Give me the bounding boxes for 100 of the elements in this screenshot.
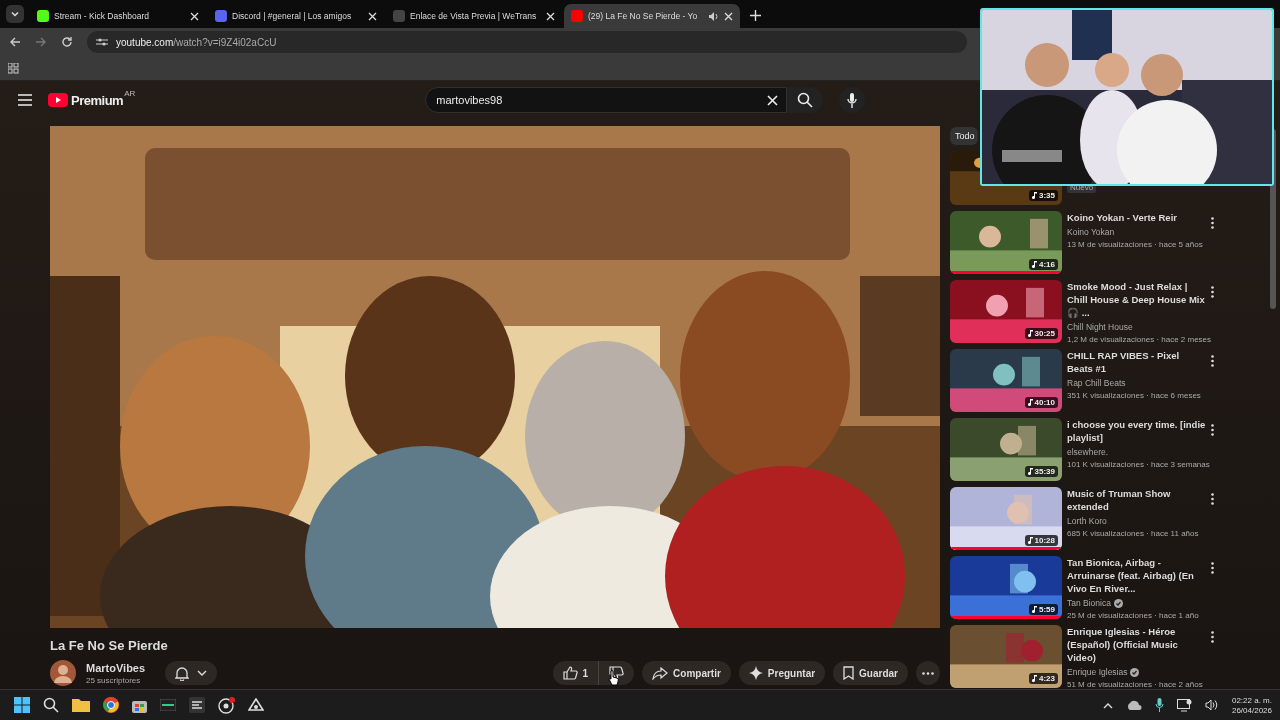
video-duration: 3:35 [1039, 191, 1055, 200]
close-icon[interactable] [190, 11, 199, 21]
save-button[interactable]: Guardar [833, 661, 908, 685]
cloud-app-icon[interactable] [248, 698, 264, 712]
sparkle-icon [748, 666, 763, 680]
search-button[interactable] [787, 87, 824, 113]
share-button[interactable]: Compartir [642, 661, 731, 685]
video-title[interactable]: i choose you every time. [indie playlist] [1067, 418, 1207, 444]
region-code: AR [124, 89, 136, 98]
more-icon[interactable] [1211, 493, 1214, 505]
video-title[interactable]: Tan Bionica, Airbag - Arruinarse (feat. Airbag) (En Vivo En River... [1067, 556, 1207, 595]
channel-avatar[interactable] [50, 660, 76, 686]
terminal-icon[interactable] [160, 699, 176, 711]
recorder-icon[interactable] [218, 696, 235, 714]
clear-icon[interactable] [767, 94, 779, 106]
channel-name[interactable]: MartoVibes [86, 661, 146, 674]
music-note-icon [1032, 261, 1037, 268]
close-icon[interactable] [368, 11, 377, 21]
channel-name[interactable]: Koino Yokan [1067, 227, 1115, 237]
start-icon[interactable] [14, 697, 30, 713]
chevron-up-icon[interactable] [1102, 701, 1113, 709]
close-icon[interactable] [546, 11, 555, 21]
browser-icon[interactable] [103, 697, 119, 713]
video-title[interactable]: Enrique Iglesias - Héroe (Español) (Official Music Video) [1067, 625, 1207, 664]
display-icon[interactable] [1176, 698, 1192, 712]
browser-tab[interactable]: (29) La Fe No Se Pierde - Yo [564, 4, 740, 28]
play-logo-icon[interactable] [48, 93, 68, 107]
channel-name[interactable]: Lorth Koro [1067, 516, 1107, 526]
bell-icon [175, 665, 190, 681]
more-icon[interactable] [1211, 286, 1214, 298]
video-duration: 40:10 [1034, 398, 1055, 407]
video-meta: 351 K visualizaciones · hace 6 meses [1067, 391, 1201, 400]
notifications-button[interactable] [165, 661, 218, 685]
music-note-icon [1027, 399, 1033, 406]
video-meta: 25 M de visualizaciones · hace 1 año [1067, 611, 1199, 620]
back-icon[interactable] [9, 36, 21, 48]
more-icon[interactable] [1211, 217, 1214, 229]
channel-name[interactable]: Rap Chill Beats [1067, 378, 1126, 388]
video-meta: 13 M de visualizaciones · hace 5 años [1067, 240, 1203, 249]
more-icon[interactable] [1211, 631, 1214, 643]
tab-search-button[interactable] [6, 5, 24, 23]
music-note-icon [1032, 192, 1037, 199]
more-icon[interactable] [1211, 562, 1214, 574]
video-duration: 30:25 [1034, 329, 1055, 338]
search-icon [797, 92, 814, 108]
microphone-icon[interactable] [1154, 698, 1164, 712]
close-icon[interactable] [724, 11, 733, 21]
video-meta: 685 K visualizaciones · hace 11 años [1067, 529, 1199, 538]
channel-name[interactable]: Chill Night House [1067, 322, 1133, 332]
apps-icon[interactable] [8, 62, 19, 74]
video-duration: 35:39 [1034, 467, 1055, 476]
clock-date[interactable]: 26/04/2026 [1231, 705, 1272, 715]
channel-name[interactable]: elsewhere. [1067, 447, 1109, 457]
clock-time[interactable]: 02:22 a. m. [1231, 695, 1272, 705]
chevron-down-icon [10, 9, 20, 19]
reload-icon[interactable] [61, 36, 73, 48]
video-title[interactable]: Music of Truman Show extended [1067, 487, 1207, 513]
more-button[interactable] [916, 661, 940, 685]
video-meta: 101 K visualizaciones · hace 3 semanas [1067, 460, 1210, 469]
more-icon [922, 671, 934, 675]
like-button[interactable]: 1 [552, 661, 600, 685]
address-bar[interactable]: youtube.com/watch?v=i9Z4i02aCcU [87, 31, 967, 53]
speaker-icon[interactable] [708, 10, 719, 22]
url-host: youtube.com [116, 36, 174, 48]
thumbs-down-icon [609, 666, 625, 680]
subscriber-count: 25 suscriptores [86, 675, 142, 685]
music-note-icon [1032, 675, 1037, 682]
music-note-icon [1027, 330, 1033, 337]
folder-icon[interactable] [72, 698, 90, 712]
browser-tab[interactable]: Stream - Kick Dashboard [30, 4, 206, 28]
music-note-icon [1027, 468, 1033, 475]
url-path: /watch?v=i9Z4i02aCcU [173, 36, 277, 48]
premium-logo[interactable]: Premium [71, 92, 124, 108]
site-settings-icon[interactable] [96, 37, 108, 47]
bookmark-icon [843, 666, 855, 680]
channel-name[interactable]: Enrique Iglesias [1067, 667, 1128, 677]
menu-icon[interactable] [18, 94, 32, 106]
browser-tab[interactable]: Enlace de Vista Previa | WeTrans [386, 4, 562, 28]
more-icon[interactable] [1211, 355, 1214, 367]
video-title[interactable]: Koino Yokan - Verte Reir [1067, 211, 1207, 224]
ask-button[interactable]: Preguntar [738, 661, 826, 685]
voice-search-button[interactable] [839, 87, 866, 113]
search-icon[interactable] [43, 697, 59, 713]
video-duration: 5:59 [1039, 605, 1055, 614]
video-duration: 10:28 [1034, 536, 1055, 545]
search-field[interactable]: martovibes98 [425, 87, 788, 113]
video-title[interactable]: Smoke Mood - Just Relax | Chill House & Deep House Mix 🎧 ... [1067, 280, 1207, 319]
video-meta: 51 M de visualizaciones · hace 2 años [1067, 680, 1203, 689]
new-tab-icon[interactable] [750, 10, 761, 21]
browser-tab[interactable]: Discord | #general | Los amigos [208, 4, 384, 28]
forward-icon[interactable] [35, 36, 47, 48]
music-note-icon [1032, 606, 1037, 613]
filter-chip[interactable]: Todo [950, 127, 978, 145]
volume-icon[interactable] [1204, 699, 1219, 711]
app-icon[interactable] [189, 697, 205, 713]
channel-name[interactable]: Tan Bionica [1067, 598, 1111, 608]
video-title[interactable]: CHILL RAP VIBES - Pixel Beats #1 [1067, 349, 1207, 375]
more-icon[interactable] [1211, 424, 1214, 436]
cloud-icon[interactable] [1125, 700, 1142, 710]
favicon-icon [37, 10, 49, 22]
